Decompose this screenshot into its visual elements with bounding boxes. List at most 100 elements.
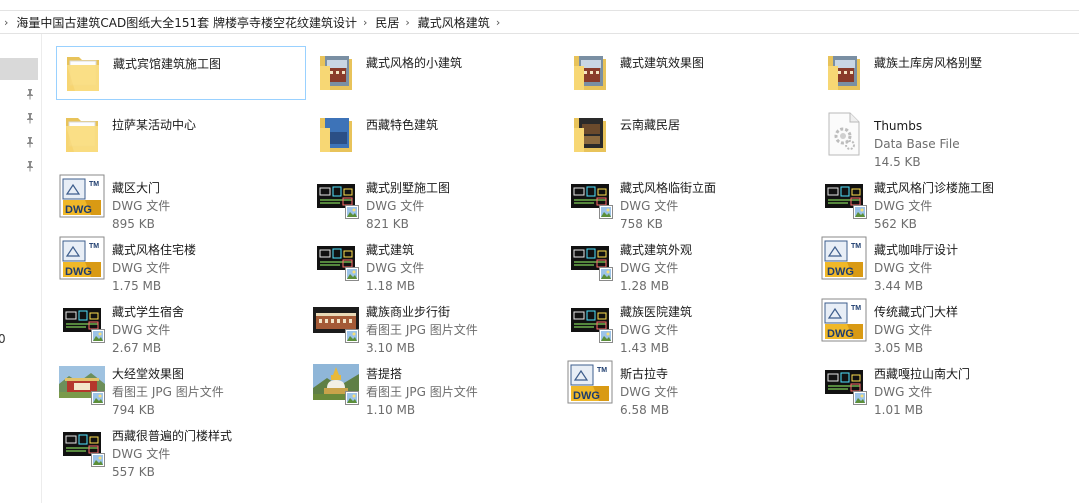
item-name: 藏区大门 [112,181,161,195]
item-name: 西藏嘎拉山南大门 [874,367,971,381]
file-item[interactable]: 藏族医院建筑 DWG 文件 1.43 MB [564,294,814,355]
item-size: 557 KB [112,465,155,479]
item-size: 821 KB [366,217,409,231]
svg-text:TM: TM [597,367,607,374]
image-badge-icon [90,390,106,406]
file-item[interactable]: TM DWG 藏式风格住宅楼 DWG 文件 1.75 MB [56,232,306,293]
nav-selected-item[interactable] [0,58,38,80]
item-size: 1.75 MB [112,279,162,293]
image-badge-icon [598,328,614,344]
item-name: 藏族医院建筑 [620,305,693,319]
item-type: DWG 文件 [112,261,171,275]
chevron-right-icon[interactable]: › [363,16,367,29]
item-type: DWG 文件 [874,385,933,399]
file-item[interactable]: 藏式建筑 DWG 文件 1.18 MB [310,232,560,293]
file-item[interactable]: TM DWG 藏式咖啡厅设计 DWG 文件 3.44 MB [818,232,1068,293]
item-size: 895 KB [112,217,155,231]
item-type: DWG 文件 [874,199,933,213]
item-type: DWG 文件 [112,199,171,213]
item-type: DWG 文件 [874,261,933,275]
file-item[interactable]: Thumbs Data Base File 14.5 KB [818,108,1068,169]
item-size: 758 KB [620,217,663,231]
address-bar[interactable]: › 海量中国古建筑CAD图纸大全151套 牌楼亭寺楼空花纹建筑设计 › 民居 ›… [0,10,1079,34]
svg-text:TM: TM [851,305,861,312]
item-name: 传统藏式门大样 [874,305,959,319]
svg-text:DWG: DWG [573,390,600,402]
svg-text:TM: TM [851,243,861,250]
breadcrumb-item-current[interactable]: 藏式风格建筑 [418,14,490,31]
svg-text:TM: TM [89,181,99,188]
item-size: 1.10 MB [366,403,416,417]
file-item[interactable]: 西藏嘎拉山南大门 DWG 文件 1.01 MB [818,356,1068,417]
file-item[interactable]: 藏族商业步行街 看图王 JPG 图片文件 3.10 MB [310,294,560,355]
folder-item[interactable]: 拉萨某活动中心 [56,108,306,162]
item-size: 14.5 KB [874,155,921,169]
folder-icon [566,110,614,158]
folder-icon [59,49,107,97]
svg-text:TM: TM [89,243,99,250]
chevron-right-icon[interactable]: › [4,16,8,29]
item-name: 藏式学生宿舍 [112,305,185,319]
item-name: 大经堂效果图 [112,367,185,381]
chevron-right-icon[interactable]: › [405,16,409,29]
file-item[interactable]: 藏式别墅施工图 DWG 文件 821 KB [310,170,560,231]
folder-item[interactable]: 西藏特色建筑 [310,108,560,162]
file-item[interactable]: 藏式风格临街立面 DWG 文件 758 KB [564,170,814,231]
chevron-right-icon[interactable]: › [496,16,500,29]
image-badge-icon [344,266,360,282]
pin-icon[interactable] [24,160,36,172]
dwg-file-icon: TM DWG [58,172,106,220]
item-name: 藏式别墅施工图 [366,181,451,195]
item-type: DWG 文件 [112,447,171,461]
dwg-file-icon: TM DWG [58,234,106,282]
item-size: 3.05 MB [874,341,924,355]
item-size: 794 KB [112,403,155,417]
image-badge-icon [344,204,360,220]
file-item[interactable]: 西藏很普遍的门楼样式 DWG 文件 557 KB [56,418,306,479]
svg-text:DWG: DWG [65,266,92,278]
item-name: 藏族商业步行街 [366,305,451,319]
file-item[interactable]: 大经堂效果图看图王 JPG 图片文件 794 KB [56,356,306,417]
pin-icon[interactable] [24,136,36,148]
folder-icon [820,48,868,96]
item-type: 看图王 JPG 图片文件 [112,385,224,399]
svg-text:DWG: DWG [65,204,92,216]
item-name: 藏式建筑效果图 [620,56,705,70]
dwg-file-icon: TM DWG [566,358,614,406]
file-item[interactable]: 藏式风格门诊楼施工图 DWG 文件 562 KB [818,170,1068,231]
image-badge-icon [90,328,106,344]
breadcrumb-item-minju[interactable]: 民居 [375,14,399,31]
image-badge-icon [90,452,106,468]
folder-item[interactable]: 藏式建筑效果图 [564,46,814,100]
item-size: 1.28 MB [620,279,670,293]
item-name: 斯古拉寺 [620,367,669,381]
item-name: 藏式建筑外观 [620,243,693,257]
item-name: 藏族土库房风格别墅 [874,56,983,70]
folder-item[interactable]: 藏式宾馆建筑施工图 [56,46,306,100]
folder-item[interactable]: 藏式风格的小建筑 [310,46,560,100]
nav-clipped-text: 0 [0,332,6,346]
dwg-file-icon: TM DWG [820,234,868,282]
breadcrumb-item-root[interactable]: 海量中国古建筑CAD图纸大全151套 牌楼亭寺楼空花纹建筑设计 [16,14,357,31]
item-type: DWG 文件 [620,199,679,213]
pin-icon[interactable] [24,112,36,124]
svg-text:DWG: DWG [827,266,854,278]
file-item[interactable]: TM DWG 传统藏式门大样 DWG 文件 3.05 MB [818,294,1068,355]
file-item[interactable]: 藏式建筑外观 DWG 文件 1.28 MB [564,232,814,293]
item-name: 西藏特色建筑 [366,118,439,132]
folder-item[interactable]: 云南藏民居 [564,108,814,162]
item-size: 1.18 MB [366,279,416,293]
file-item[interactable]: 藏式学生宿舍 DWG 文件 2.67 MB [56,294,306,355]
item-type: 看图王 JPG 图片文件 [366,385,478,399]
item-type: DWG 文件 [620,385,679,399]
folder-icon [312,110,360,158]
file-item[interactable]: TM DWG 藏区大门 DWG 文件 895 KB [56,170,306,231]
file-item[interactable]: TM DWG 斯古拉寺 DWG 文件 6.58 MB [564,356,814,417]
item-type: DWG 文件 [620,323,679,337]
item-name: 拉萨某活动中心 [112,118,197,132]
pin-icon[interactable] [24,88,36,100]
folder-item[interactable]: 藏族土库房风格别墅 [818,46,1068,100]
file-item[interactable]: 菩提搭 看图王 JPG 图片文件 1.10 MB [310,356,560,417]
item-type: DWG 文件 [874,323,933,337]
image-badge-icon [598,204,614,220]
